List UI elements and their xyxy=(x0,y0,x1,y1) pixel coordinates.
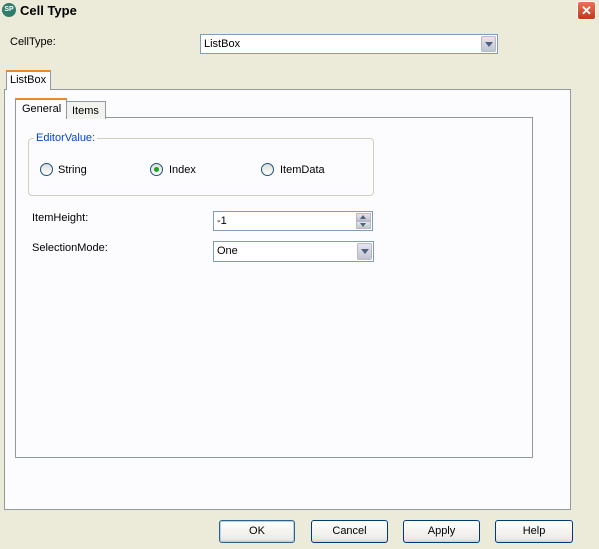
radio-string-label[interactable]: String xyxy=(58,164,87,176)
title-bar[interactable]: SP Cell Type ✕ xyxy=(0,0,599,22)
arrow-down-icon xyxy=(360,223,366,227)
cancel-button[interactable]: Cancel xyxy=(311,520,388,543)
radio-itemdata[interactable] xyxy=(261,163,274,176)
selection-mode-select[interactable]: One xyxy=(213,241,374,262)
radio-index-label[interactable]: Index xyxy=(169,164,196,176)
app-icon: SP xyxy=(2,3,16,17)
editor-value-legend: EditorValue: xyxy=(34,132,98,144)
item-height-value[interactable]: -1 xyxy=(217,215,227,227)
chevron-down-icon xyxy=(485,42,493,47)
tab-general[interactable]: General xyxy=(15,98,67,118)
tab-items-label: Items xyxy=(72,105,99,117)
item-height-stepper[interactable]: -1 xyxy=(213,211,373,231)
celltype-value: ListBox xyxy=(204,38,241,50)
close-icon: ✕ xyxy=(581,3,592,18)
arrow-up-icon xyxy=(360,215,366,219)
window-title: Cell Type xyxy=(20,3,77,18)
close-button[interactable]: ✕ xyxy=(577,1,596,20)
ok-button[interactable]: OK xyxy=(219,520,295,543)
help-button[interactable]: Help xyxy=(495,520,573,543)
selection-mode-label: SelectionMode: xyxy=(32,242,108,254)
radio-itemdata-label[interactable]: ItemData xyxy=(280,164,325,176)
tab-general-label: General xyxy=(22,103,62,115)
chevron-down-icon xyxy=(361,249,369,254)
radio-selected-dot xyxy=(154,167,159,172)
celltype-label: CellType: xyxy=(10,36,56,48)
item-height-label: ItemHeight: xyxy=(32,212,89,224)
radio-index[interactable] xyxy=(150,163,163,176)
spin-up-button[interactable] xyxy=(356,213,371,221)
tab-items[interactable]: Items xyxy=(66,101,106,119)
radio-string[interactable] xyxy=(40,163,53,176)
apply-button[interactable]: Apply xyxy=(403,520,480,543)
selection-mode-dropdown-button[interactable] xyxy=(357,243,372,260)
celltype-dropdown-button[interactable] xyxy=(481,36,496,52)
tab-listbox[interactable]: ListBox xyxy=(6,70,51,90)
celltype-select[interactable]: ListBox xyxy=(200,34,498,54)
selection-mode-value: One xyxy=(217,245,238,257)
spin-down-button[interactable] xyxy=(356,221,371,229)
tab-listbox-label: ListBox xyxy=(10,74,47,86)
